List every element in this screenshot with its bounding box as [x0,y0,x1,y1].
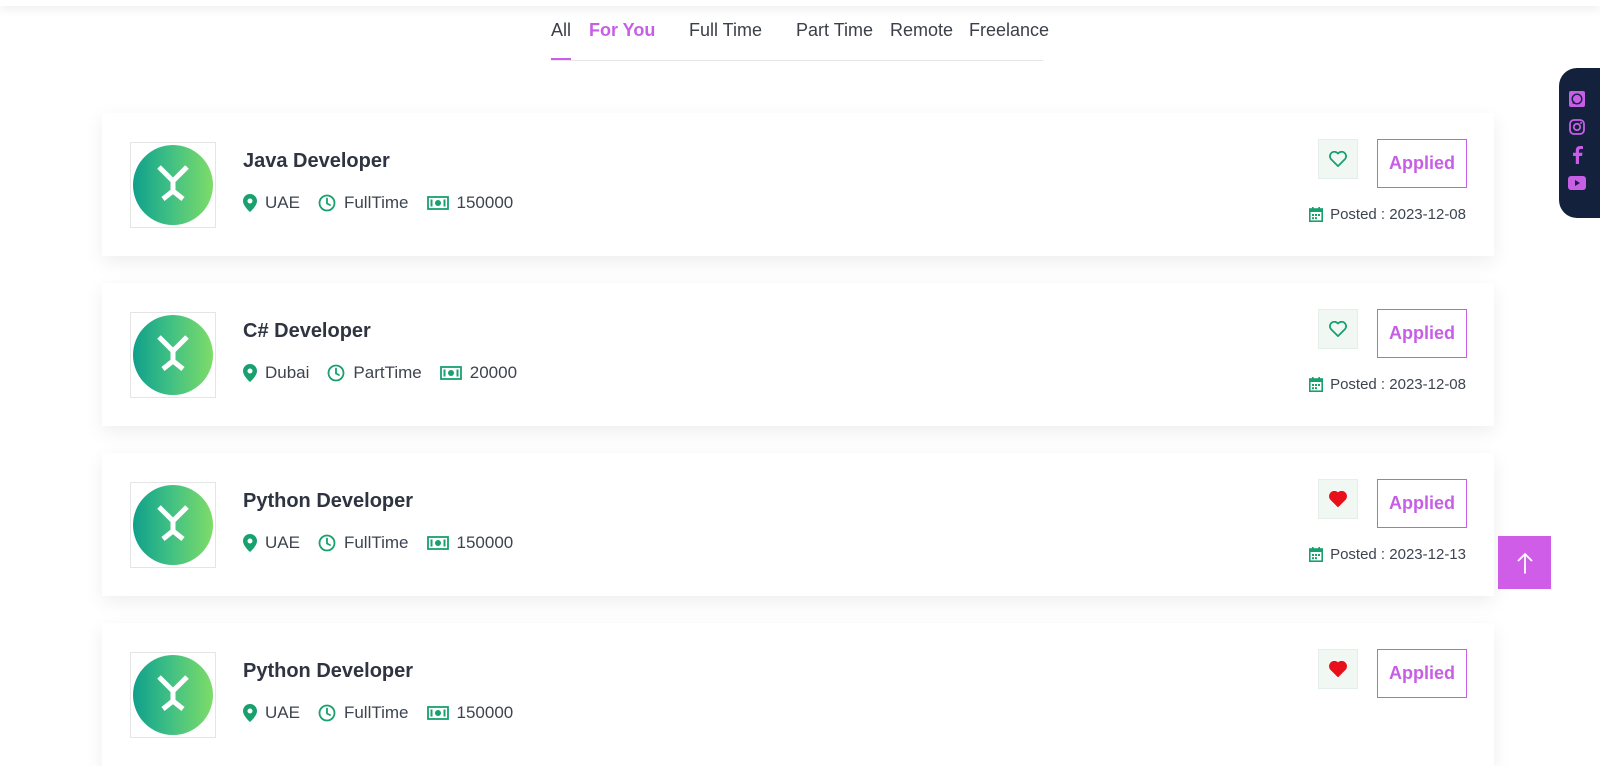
favorite-button[interactable] [1318,479,1358,519]
job-type: FullTime [318,703,409,723]
job-card[interactable]: C# Developer Dubai PartTime 20000 Applie… [102,283,1494,426]
job-location: UAE [243,533,300,553]
map-pin-icon [243,534,257,552]
company-logo-icon [133,315,213,395]
applied-button[interactable]: Applied [1377,479,1467,528]
favorite-button[interactable] [1318,309,1358,349]
favorite-button[interactable] [1318,649,1358,689]
job-type: FullTime [318,533,409,553]
tab-part-time[interactable]: Part Time [796,20,873,41]
heart-icon [1329,491,1347,507]
calendar-icon [1309,547,1324,562]
job-salary: 150000 [426,193,513,213]
calendar-icon [1309,207,1324,222]
job-type: PartTime [327,363,422,383]
job-location: UAE [243,193,300,213]
job-filter-tabs: All For You Full Time Part Time Remote F… [551,18,1049,61]
company-logo-icon [133,655,213,735]
favorite-button[interactable] [1318,139,1358,179]
company-logo [130,482,216,568]
heart-icon [1329,661,1347,677]
heart-icon [1329,151,1347,167]
job-card[interactable]: Java Developer UAE FullTime 150000 Appli… [102,113,1494,256]
tab-for-you[interactable]: For You [589,20,655,41]
tab-freelance[interactable]: Freelance [969,20,1049,41]
job-title[interactable]: Python Developer [243,660,413,683]
scroll-top-button[interactable] [1498,536,1551,589]
map-pin-icon [243,704,257,722]
clock-icon [318,704,336,722]
job-location: UAE [243,703,300,723]
company-logo [130,312,216,398]
job-title[interactable]: Python Developer [243,490,413,513]
company-logo [130,142,216,228]
job-title[interactable]: Java Developer [243,150,390,173]
job-salary: 150000 [426,533,513,553]
posted-date: Posted : 2023-12-13 [1309,546,1466,563]
company-logo-icon [133,145,213,225]
tab-remote[interactable]: Remote [890,20,953,41]
clock-icon [318,194,336,212]
whatsapp-icon[interactable] [1568,90,1586,108]
heart-icon [1329,321,1347,337]
job-salary: 20000 [439,363,517,383]
job-title[interactable]: C# Developer [243,320,371,343]
money-bill-icon [426,536,449,550]
applied-button[interactable]: Applied [1377,139,1467,188]
job-type: FullTime [318,193,409,213]
job-location: Dubai [243,363,309,383]
instagram-icon[interactable] [1568,118,1586,136]
company-logo [130,652,216,738]
money-bill-icon [439,366,462,380]
top-header-shadow [0,0,1600,6]
posted-date: Posted : 2023-12-08 [1309,206,1466,223]
applied-button[interactable]: Applied [1377,649,1467,698]
map-pin-icon [243,194,257,212]
job-meta: UAE FullTime 150000 [243,193,531,213]
social-sidebar [1559,68,1600,218]
job-meta: UAE FullTime 150000 [243,533,531,553]
posted-date: Posted : 2023-12-08 [1309,376,1466,393]
job-meta: Dubai PartTime 20000 [243,363,535,383]
job-meta: UAE FullTime 150000 [243,703,531,723]
facebook-icon[interactable] [1568,146,1586,164]
company-logo-icon [133,485,213,565]
calendar-icon [1309,377,1324,392]
arrow-up-icon [1517,552,1532,574]
clock-icon [328,364,345,382]
youtube-icon[interactable] [1568,174,1586,192]
job-card[interactable]: Python Developer UAE FullTime 150000 App… [102,623,1494,766]
clock-icon [318,534,336,552]
money-bill-icon [426,706,449,720]
tab-full-time[interactable]: Full Time [689,20,762,41]
map-pin-icon [243,364,257,382]
money-bill-icon [426,196,449,210]
tab-all[interactable]: All [551,20,572,60]
applied-button[interactable]: Applied [1377,309,1467,358]
job-card[interactable]: Python Developer UAE FullTime 150000 App… [102,453,1494,596]
job-salary: 150000 [426,703,513,723]
